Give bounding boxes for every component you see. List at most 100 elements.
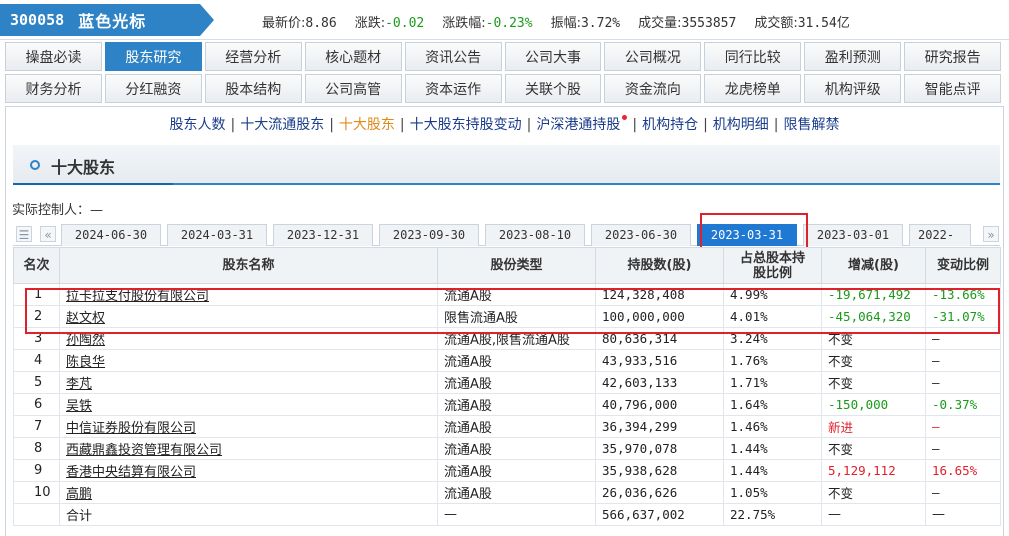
- column-header: 增减(股): [821, 247, 926, 284]
- nav-tab[interactable]: 经营分析: [204, 42, 302, 71]
- type-cell: 流通A股,限售流通A股: [437, 327, 596, 350]
- total-type: —: [437, 503, 596, 526]
- nav-tab[interactable]: 股东研究: [104, 42, 202, 71]
- section-title-bar: 十大股东: [13, 145, 1000, 185]
- table-row: 7 中信证券股份有限公司 流通A股 36,394,299 1.46% 新进 —: [13, 415, 1001, 438]
- ratio-cell: 4.01%: [723, 305, 822, 328]
- scroll-left-icon[interactable]: «: [40, 226, 56, 242]
- type-cell: 流通A股: [437, 371, 596, 394]
- ratio-cell: 1.05%: [723, 481, 822, 504]
- nav-tab[interactable]: 操盘必读: [5, 42, 102, 71]
- nav-tab[interactable]: 公司大事: [504, 42, 602, 71]
- subnav-link[interactable]: 沪深港通持股: [536, 117, 620, 133]
- total-label: 合计: [59, 503, 438, 526]
- name-cell: 赵文权: [59, 305, 438, 328]
- nav-tab[interactable]: 公司概况: [604, 42, 702, 71]
- date-tab[interactable]: 2023-03-01: [803, 224, 903, 246]
- quote-item: 成交量:3553857: [638, 12, 736, 31]
- date-tab[interactable]: 2023-08-10: [485, 224, 585, 246]
- date-tab[interactable]: 2023-12-31: [273, 224, 373, 246]
- subnav-link[interactable]: 十大股东持股变动: [410, 117, 522, 133]
- shares-cell: 43,933,516: [595, 349, 724, 372]
- nav-tab[interactable]: 资本运作: [404, 74, 502, 103]
- shareholder-link[interactable]: 孙陶然: [66, 333, 105, 348]
- shares-cell: 42,603,133: [595, 371, 724, 394]
- nav-tab[interactable]: 核心题材: [304, 42, 402, 71]
- nav-tab[interactable]: 研究报告: [904, 42, 1002, 71]
- type-cell: 流通A股: [437, 393, 596, 416]
- subnav-link[interactable]: 机构持仓: [642, 117, 698, 133]
- nav-tab[interactable]: 公司高管: [304, 74, 402, 103]
- quote-item: 涨跌幅:-0.23%: [442, 12, 532, 31]
- nav-tab[interactable]: 关联个股: [504, 74, 602, 103]
- subnav-link[interactable]: 十大流通股东: [240, 117, 324, 133]
- ratio-cell: 1.44%: [723, 459, 822, 482]
- date-tab[interactable]: 2023-09-30: [379, 224, 479, 246]
- shareholder-link[interactable]: 吴铁: [66, 399, 92, 414]
- nav-tab[interactable]: 机构评级: [804, 74, 902, 103]
- table-row: 2 赵文权 限售流通A股 100,000,000 4.01% -45,064,320 -31…: [13, 305, 1001, 328]
- subnav-link[interactable]: 限售解禁: [784, 117, 840, 133]
- shareholder-link[interactable]: 高鹏: [66, 487, 92, 502]
- date-tab[interactable]: 2023-03-31: [697, 224, 797, 246]
- nav-tab[interactable]: 分红融资: [104, 74, 202, 103]
- shareholder-link[interactable]: 香港中央结算有限公司: [66, 465, 196, 480]
- quote-value: -0.23%: [485, 16, 533, 31]
- nav-tab[interactable]: 股本结构: [204, 74, 302, 103]
- ratio-cell: 3.24%: [723, 327, 822, 350]
- nav-tab[interactable]: 盈利预测: [804, 42, 902, 71]
- name-cell: 李芃: [59, 371, 438, 394]
- nav-tab[interactable]: 同行比较: [704, 42, 802, 71]
- date-tab[interactable]: 2023-06-30: [591, 224, 691, 246]
- table-menu-icon[interactable]: ☰: [16, 226, 32, 242]
- pct-cell: —: [925, 415, 1001, 438]
- pct-cell: —: [925, 327, 1001, 350]
- nav-tab[interactable]: 资金流向: [604, 74, 702, 103]
- shares-cell: 100,000,000: [595, 305, 724, 328]
- scroll-right-icon[interactable]: »: [983, 226, 999, 242]
- name-cell: 孙陶然: [59, 327, 438, 350]
- nav-tab[interactable]: 智能点评: [904, 74, 1002, 103]
- shareholder-link[interactable]: 拉卡拉支付股份有限公司: [66, 289, 209, 304]
- total-shares: 566,637,002: [595, 503, 724, 526]
- date-tab[interactable]: 2024-03-31: [167, 224, 267, 246]
- shareholder-link[interactable]: 赵文权: [66, 311, 105, 326]
- total-ratio: 22.75%: [723, 503, 822, 526]
- table-row: 5 李芃 流通A股 42,603,133 1.71% 不变 —: [13, 371, 1001, 394]
- name-cell: 高鹏: [59, 481, 438, 504]
- subnav-link[interactable]: 机构明细: [713, 117, 769, 133]
- rank-cell: 10: [13, 481, 60, 504]
- nav-tab[interactable]: 龙虎榜单: [704, 74, 802, 103]
- circle-bullet-icon: [30, 160, 40, 170]
- pct-cell: —: [925, 371, 1001, 394]
- date-tabs: ☰ « » 2024-06-30 2024-03-31 2023-12-31 2023…: [13, 213, 1000, 263]
- ratio-cell: 1.44%: [723, 437, 822, 460]
- shares-cell: 80,636,314: [595, 327, 724, 350]
- quote-item: 最新价:8.86: [262, 12, 337, 31]
- subnav-link[interactable]: 十大股东: [339, 117, 395, 133]
- nav-tab[interactable]: 财务分析: [5, 74, 102, 103]
- date-tab[interactable]: 2024-06-30: [61, 224, 161, 246]
- shareholder-link[interactable]: 中信证券股份有限公司: [66, 421, 196, 436]
- shares-cell: 35,970,078: [595, 437, 724, 460]
- shareholder-link[interactable]: 李芃: [66, 377, 92, 392]
- name-cell: 西藏鼎鑫投资管理有限公司: [59, 437, 438, 460]
- subnav-link[interactable]: 股东人数: [169, 117, 225, 133]
- quote-item: 振幅:3.72%: [551, 12, 621, 31]
- date-tab[interactable]: 2022-12-: [909, 224, 971, 263]
- change-cell: -19,671,492: [821, 283, 926, 306]
- section-title: 十大股东: [51, 158, 116, 177]
- controller-value: —: [90, 203, 104, 218]
- change-cell: 不变: [821, 437, 926, 460]
- column-header: 变动比例: [925, 247, 1001, 284]
- nav-tab[interactable]: 资讯公告: [404, 42, 502, 71]
- stock-name: 蓝色光标: [78, 12, 147, 31]
- shareholder-link[interactable]: 西藏鼎鑫投资管理有限公司: [66, 443, 222, 458]
- shareholder-link[interactable]: 陈良华: [66, 355, 105, 370]
- change-cell: 不变: [821, 371, 926, 394]
- pct-cell: —: [925, 481, 1001, 504]
- change-cell: 不变: [821, 481, 926, 504]
- total-pct: —: [925, 503, 1001, 526]
- controller-label: 实际控制人：: [12, 203, 91, 218]
- stock-tag: 300058 蓝色光标: [0, 4, 214, 36]
